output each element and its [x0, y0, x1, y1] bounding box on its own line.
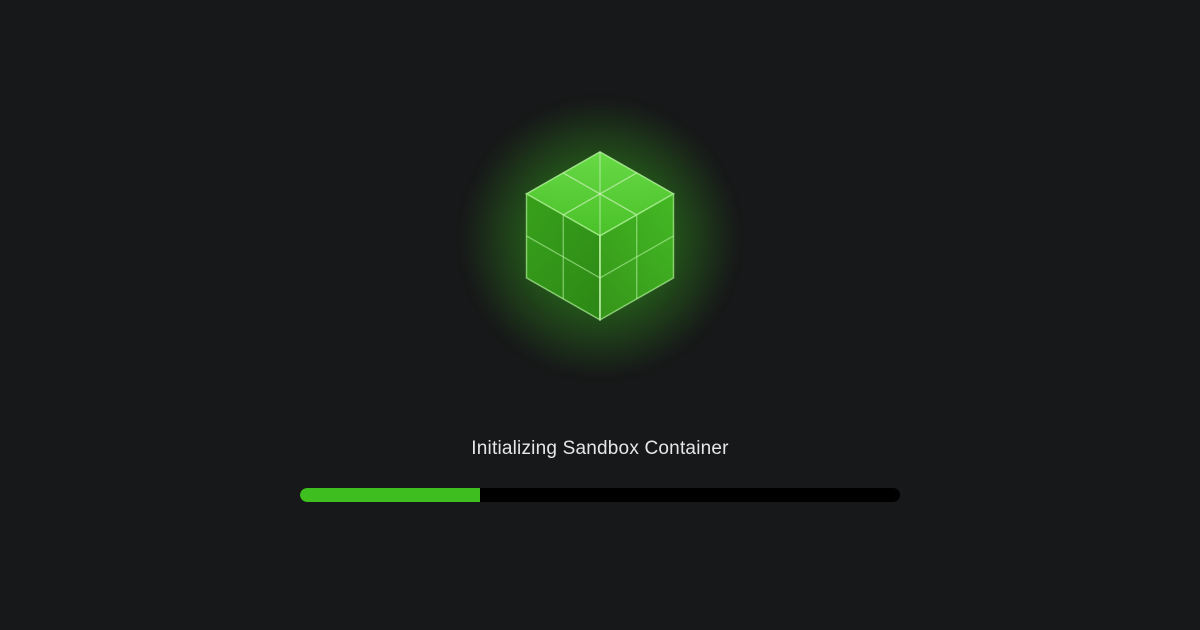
status-text: Initializing Sandbox Container	[471, 438, 728, 460]
cube-icon	[495, 133, 705, 343]
loading-graphic	[450, 88, 750, 388]
progress-bar	[300, 488, 900, 502]
progress-fill	[300, 488, 480, 502]
